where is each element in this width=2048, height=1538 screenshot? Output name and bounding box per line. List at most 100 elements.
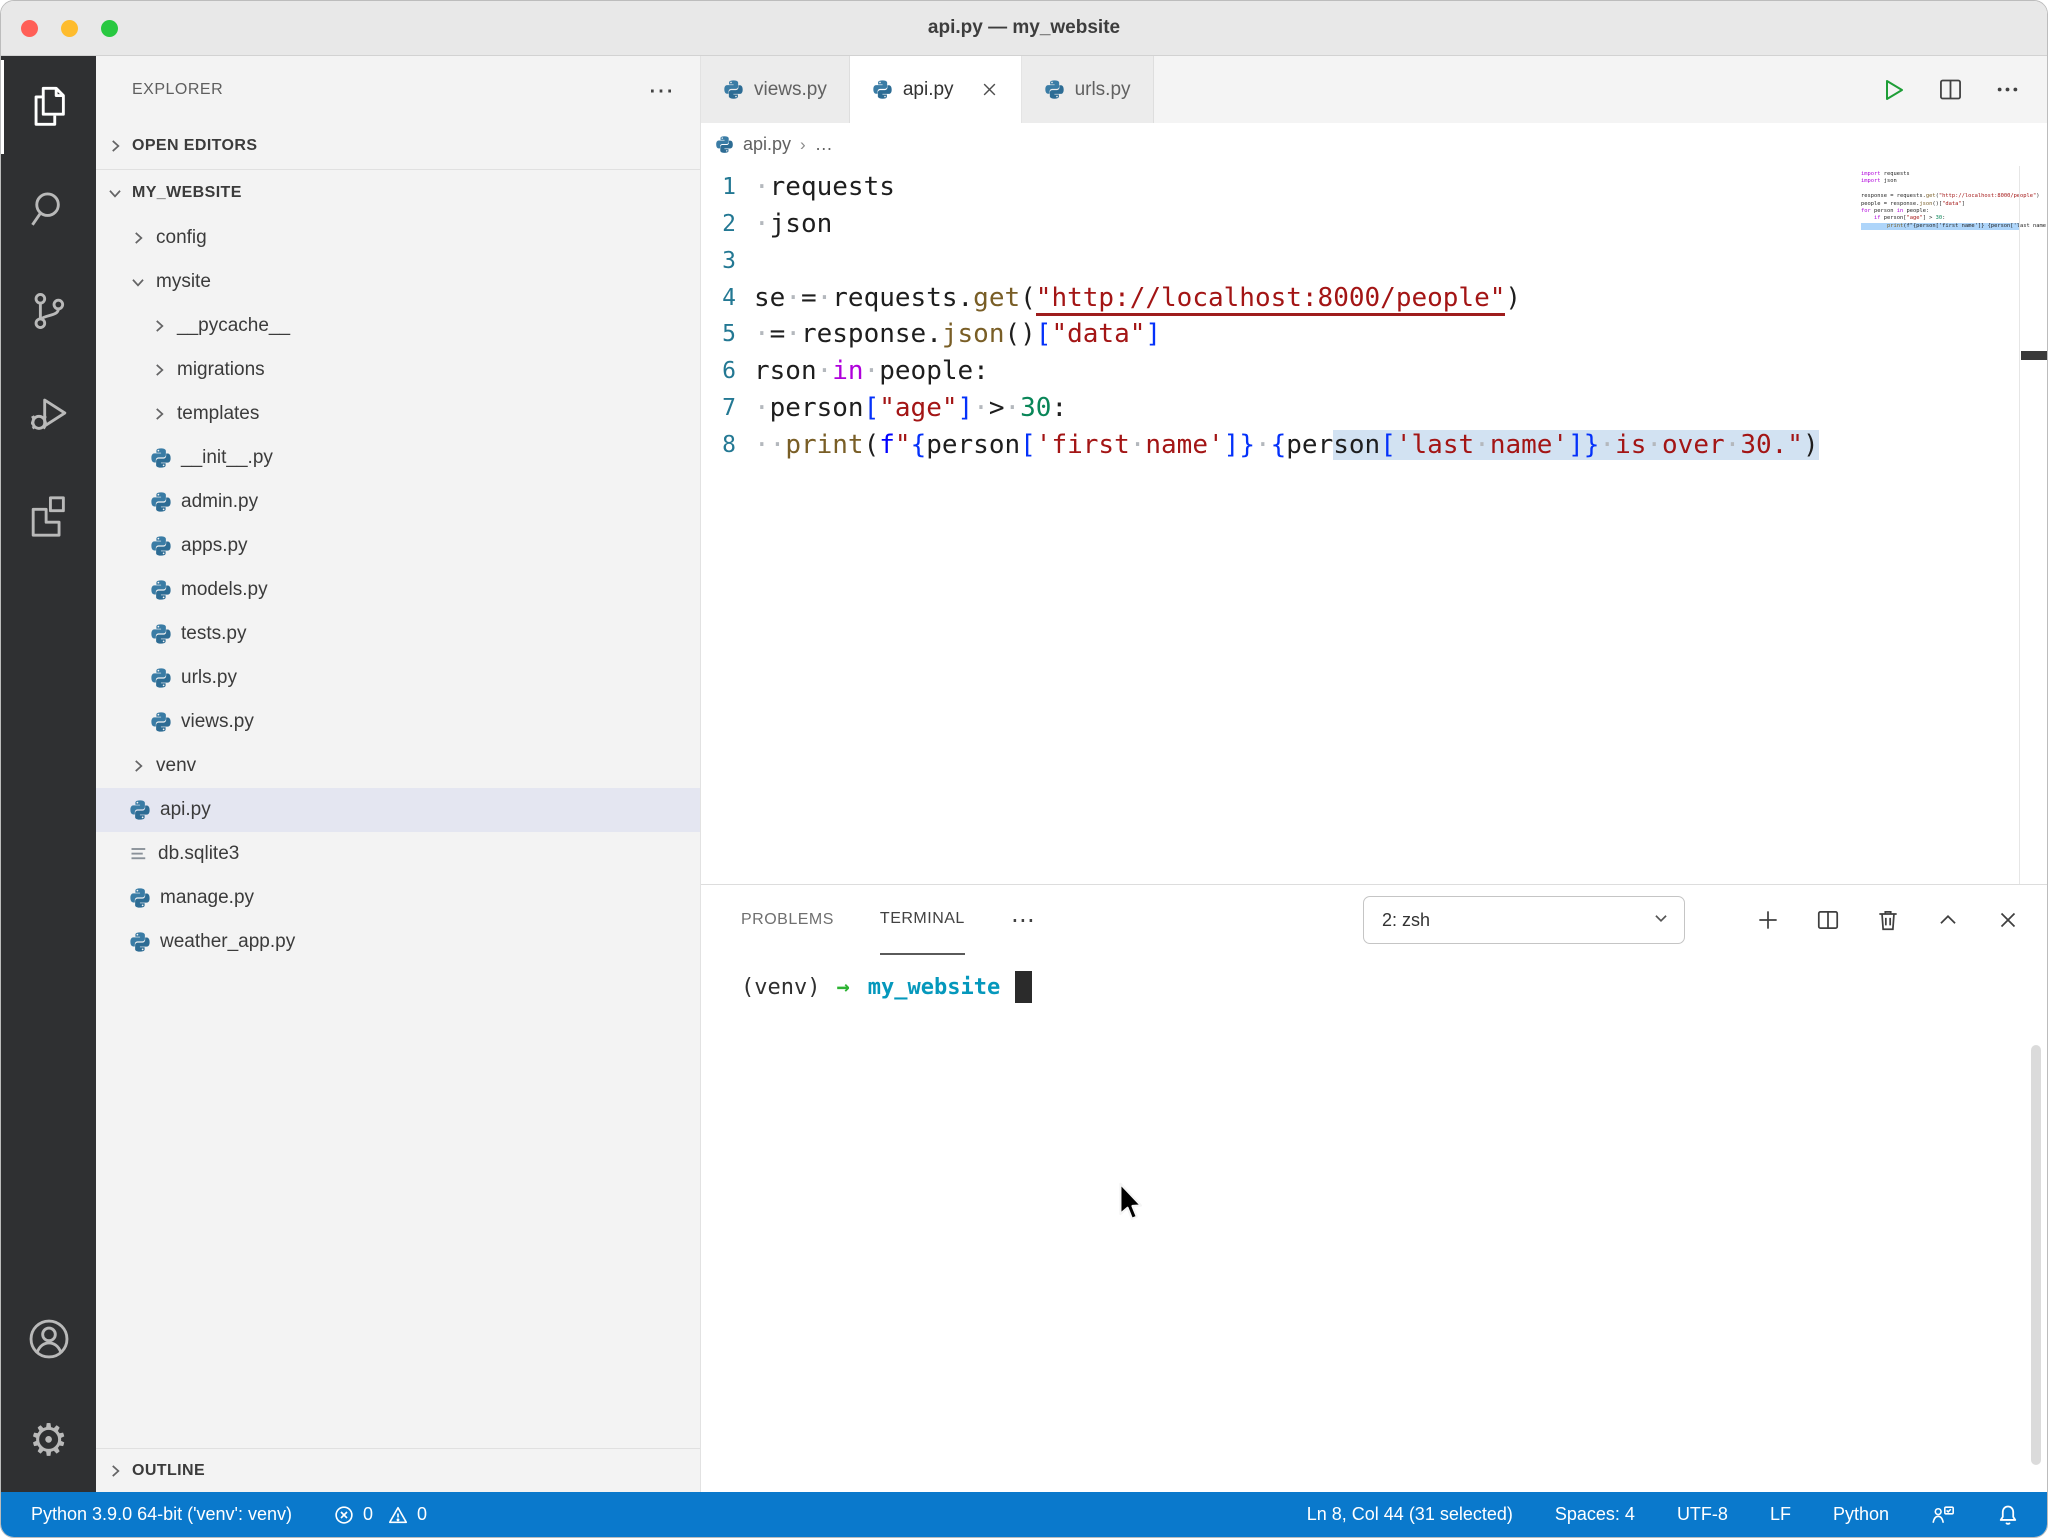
zoom-window-button[interactable] <box>101 20 118 37</box>
tree-item-urls.py[interactable]: urls.py <box>96 656 700 700</box>
sidebar-more-actions-icon[interactable]: ⋯ <box>648 85 674 95</box>
activity-bar-run-debug[interactable] <box>1 362 96 464</box>
tree-item-migrations[interactable]: migrations <box>96 348 700 392</box>
tree-item-apps.py[interactable]: apps.py <box>96 524 700 568</box>
close-icon[interactable] <box>980 80 999 99</box>
activity-bar-settings[interactable]: ⚙ <box>1 1390 96 1492</box>
status-python-interpreter[interactable]: Python 3.9.0 64-bit ('venv': venv) <box>31 1504 292 1525</box>
activity-bar-extensions[interactable] <box>1 464 96 566</box>
open-editors-section[interactable]: OPEN EDITORS <box>96 123 700 169</box>
breadcrumb-symbol[interactable]: … <box>815 134 833 155</box>
tab-terminal[interactable]: TERMINAL <box>880 885 965 955</box>
tree-item-label: __pycache__ <box>177 315 290 337</box>
terminal-cwd: my_website <box>868 975 1000 1000</box>
code-token: response. <box>801 319 942 349</box>
maximize-panel-button[interactable] <box>1935 907 1961 933</box>
status-encoding[interactable]: UTF-8 <box>1677 1504 1728 1525</box>
tree-item-api.py[interactable]: api.py <box>96 788 700 832</box>
tab-api.py[interactable]: api.py <box>850 56 1022 123</box>
tree-item-manage.py[interactable]: manage.py <box>96 876 700 920</box>
tree-item-tests.py[interactable]: tests.py <box>96 612 700 656</box>
close-panel-button[interactable] <box>1995 907 2021 933</box>
line-number[interactable]: 4 <box>701 285 749 311</box>
terminal-scrollbar[interactable] <box>2031 1045 2041 1465</box>
overview-ruler[interactable] <box>2019 166 2047 884</box>
code-token: rson <box>754 356 817 386</box>
tree-item-models.py[interactable]: models.py <box>96 568 700 612</box>
code-token: · <box>1004 393 1020 423</box>
minimap-token: response = requests. <box>1861 193 1926 199</box>
status-problems[interactable]: 0 0 <box>334 1504 427 1525</box>
outline-section[interactable]: OUTLINE <box>96 1448 700 1492</box>
activity-bar-source-control[interactable] <box>1 260 96 362</box>
code-line-3[interactable]: 3 <box>701 243 1857 280</box>
split-editor-button[interactable] <box>1937 76 1964 103</box>
code-token: : <box>1051 393 1067 423</box>
line-number[interactable]: 6 <box>701 358 749 384</box>
status-eol[interactable]: LF <box>1770 1504 1791 1525</box>
code-line-8[interactable]: 8··print(f"{person['first·name']}·{perso… <box>701 426 1857 463</box>
status-cursor-position[interactable]: Ln 8, Col 44 (31 selected) <box>1307 1504 1513 1525</box>
terminal-shell-select[interactable]: 2: zsh <box>1363 896 1685 944</box>
code-token: 'last <box>1396 430 1474 460</box>
line-number[interactable]: 5 <box>701 321 749 347</box>
code-token: person <box>770 393 864 423</box>
feedback-icon[interactable] <box>1931 1504 1955 1526</box>
tree-item-label: venv <box>156 755 196 777</box>
minimap-token: people: <box>1903 208 1929 214</box>
tree-item-admin.py[interactable]: admin.py <box>96 480 700 524</box>
code-token: · <box>754 319 770 349</box>
tree-item-__pycache__[interactable]: __pycache__ <box>96 304 700 348</box>
code-token: · <box>973 393 989 423</box>
line-number[interactable]: 7 <box>701 395 749 421</box>
panel-more-actions-icon[interactable]: ⋯ <box>1011 906 1035 935</box>
vscode-window: api.py — my_website ⚙ EXPLORER ⋯ OPEN ED… <box>0 0 2048 1538</box>
tree-item-label: weather_app.py <box>160 931 295 953</box>
code-token: · <box>754 209 770 239</box>
notifications-bell-icon[interactable] <box>1997 1504 2019 1526</box>
workspace-root[interactable]: MY_WEBSITE <box>96 170 700 216</box>
tree-item-db.sqlite3[interactable]: db.sqlite3 <box>96 832 700 876</box>
tree-item-venv[interactable]: venv <box>96 744 700 788</box>
tree-item-__init__.py[interactable]: __init__.py <box>96 436 700 480</box>
tree-item-templates[interactable]: templates <box>96 392 700 436</box>
code-line-7[interactable]: 7·person["age"]·>·30: <box>701 390 1857 427</box>
activity-bar-account[interactable] <box>1 1288 96 1390</box>
minimap[interactable]: import requestsimport jsonresponse = req… <box>1861 171 2019 884</box>
breadcrumb-file[interactable]: api.py <box>743 134 791 155</box>
kill-terminal-button[interactable] <box>1875 907 1901 933</box>
tree-item-label: config <box>156 227 207 249</box>
tab-views.py[interactable]: views.py <box>701 56 850 123</box>
line-number[interactable]: 1 <box>701 174 749 200</box>
code-line-5[interactable]: 5·=·response.json()["data"] <box>701 316 1857 353</box>
status-language-mode[interactable]: Python <box>1833 1504 1889 1525</box>
tab-problems[interactable]: PROBLEMS <box>741 885 834 955</box>
tab-urls.py[interactable]: urls.py <box>1022 56 1154 123</box>
code-token: · <box>785 319 801 349</box>
line-number[interactable]: 2 <box>701 211 749 237</box>
code-line-2[interactable]: 2·json <box>701 206 1857 243</box>
line-number[interactable]: 8 <box>701 432 749 458</box>
more-actions-button[interactable] <box>1994 76 2021 103</box>
activity-bar-explorer[interactable] <box>1 56 96 158</box>
new-terminal-button[interactable] <box>1755 907 1781 933</box>
line-number[interactable]: 3 <box>701 248 749 274</box>
code-line-4[interactable]: 4se·=·requests.get("http://localhost:800… <box>701 279 1857 316</box>
minimize-window-button[interactable] <box>61 20 78 37</box>
tree-item-views.py[interactable]: views.py <box>96 700 700 744</box>
tab-bar: views.py api.py urls.py <box>701 56 2047 123</box>
chevron-right-icon <box>129 757 147 775</box>
terminal-content[interactable]: (venv) → my_website <box>701 955 2047 1003</box>
code-line-1[interactable]: 1·requests <box>701 169 1857 206</box>
close-window-button[interactable] <box>21 20 38 37</box>
tree-item-config[interactable]: config <box>96 216 700 260</box>
code-editor[interactable]: 1·requests2·json 3 4se·=·requests.get("htt… <box>701 166 2047 884</box>
run-button[interactable] <box>1879 76 1907 104</box>
tree-item-mysite[interactable]: mysite <box>96 260 700 304</box>
activity-bar-search[interactable] <box>1 158 96 260</box>
python-file-icon <box>129 931 151 953</box>
tree-item-weather_app.py[interactable]: weather_app.py <box>96 920 700 964</box>
status-indentation[interactable]: Spaces: 4 <box>1555 1504 1635 1525</box>
split-terminal-button[interactable] <box>1815 907 1841 933</box>
code-line-6[interactable]: 6rson·in·people: <box>701 353 1857 390</box>
